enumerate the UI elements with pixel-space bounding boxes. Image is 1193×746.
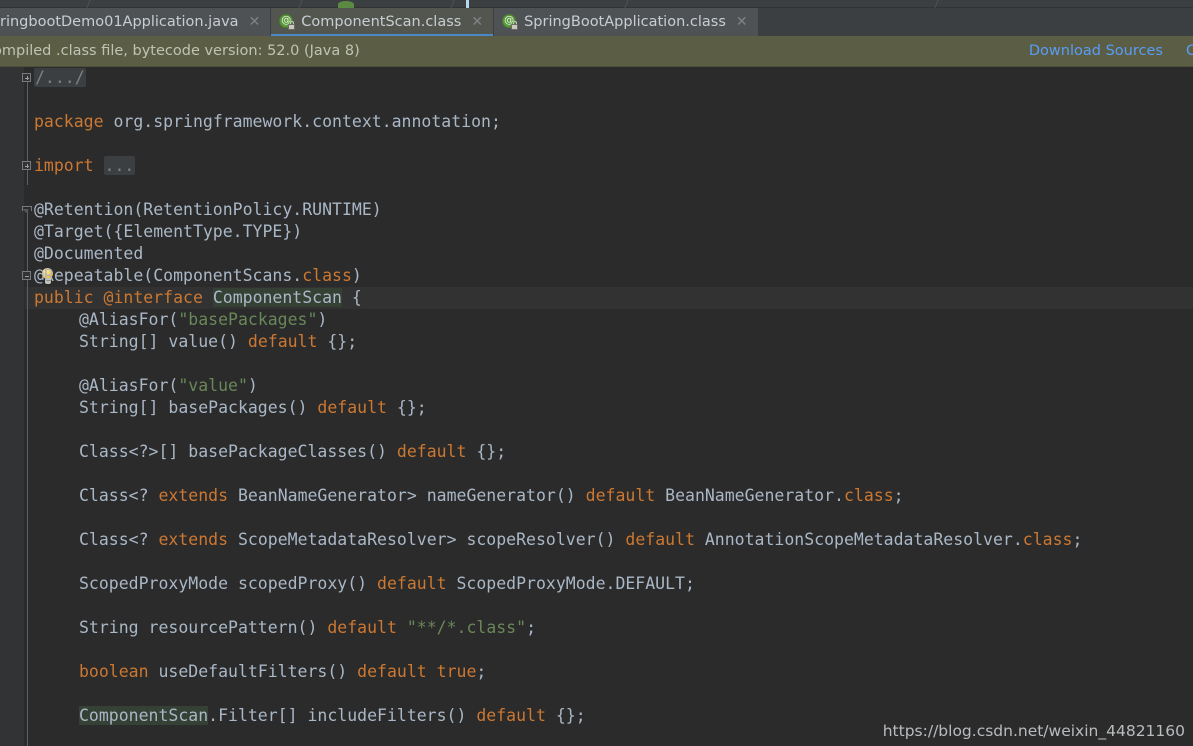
notification-actions: Download Sources Choo <box>1029 43 1193 59</box>
code-line-scoperesolver-method: Class<? extends ScopeMetadataResolver> s… <box>79 530 1083 549</box>
code-line-imports: import ... <box>34 156 136 175</box>
idea-editor-window: ringbootDemo01Application.java ✕ @ Compo… <box>0 0 1193 746</box>
tab-close-icon[interactable]: ✕ <box>735 15 749 29</box>
tab-springbootdemo01application-java[interactable]: ringbootDemo01Application.java ✕ <box>0 8 272 36</box>
code-line-documented: @Documented <box>34 244 144 263</box>
code-line-aliasfor-basepackages: @AliasFor("basePackages") <box>79 310 328 329</box>
tab-label: SpringBootApplication.class <box>524 13 726 30</box>
code-line-value-method: String[] value() default {}; <box>79 332 358 351</box>
strip-tick <box>934 0 939 8</box>
code-line-usedefaultfilters-method: boolean useDefaultFilters() default true… <box>79 662 487 681</box>
tab-close-icon[interactable]: ✕ <box>470 15 484 29</box>
tab-componentscan-class[interactable]: @ ComponentScan.class ✕ <box>271 8 495 36</box>
breadcrumb-strip <box>0 0 1193 8</box>
usage-highlight-componentscan: ComponentScan <box>212 288 342 307</box>
code-text-layer[interactable]: /.../ package org.springframework.contex… <box>0 67 1193 746</box>
code-line-basepackageclasses-method: Class<?>[] basePackageClasses() default … <box>79 442 507 461</box>
tab-label: ComponentScan.class <box>301 13 462 30</box>
code-line-basepackages-method: String[] basePackages() default {}; <box>79 398 427 417</box>
strip-tick <box>298 0 303 8</box>
strip-tick <box>86 0 91 8</box>
code-line-package: package org.springframework.context.anno… <box>34 112 501 131</box>
code-line-retention: @Retention(RetentionPolicy.RUNTIME) <box>34 200 382 219</box>
code-line-repeatable: @Repeatable(ComponentScans.class) <box>34 266 362 285</box>
strip-caret-marker <box>466 0 469 8</box>
annotation-class-locked-icon: @ <box>502 14 519 30</box>
code-line-resourcepattern-method: String resourcePattern() default "**/*.c… <box>79 618 536 637</box>
choose-sources-link[interactable]: Choo <box>1186 43 1193 59</box>
editor-tab-bar: ringbootDemo01Application.java ✕ @ Compo… <box>0 8 1193 36</box>
code-line-scopedproxy-method: ScopedProxyMode scopedProxy() default Sc… <box>79 574 695 593</box>
notification-message: ompiled .class file, bytecode version: 5… <box>0 43 360 59</box>
download-sources-link[interactable]: Download Sources <box>1029 43 1163 59</box>
strip-tick <box>450 0 455 8</box>
strip-annotation-icon <box>338 1 354 8</box>
code-line-fold-comment: /.../ <box>34 67 86 89</box>
code-line-includefilters-method: ComponentScan.Filter[] includeFilters() … <box>79 706 586 725</box>
annotation-class-locked-icon: @ <box>279 14 296 30</box>
code-editor[interactable]: /.../ package org.springframework.contex… <box>0 67 1193 746</box>
tab-springbootapplication-class[interactable]: @ SpringBootApplication.class ✕ <box>494 8 759 36</box>
code-line-target: @Target({ElementType.TYPE}) <box>34 222 303 241</box>
code-line-namegenerator-method: Class<? extends BeanNameGenerator> nameG… <box>79 486 904 505</box>
strip-tick <box>624 0 629 8</box>
code-line-aliasfor-value: @AliasFor("value") <box>79 376 258 395</box>
code-line-declaration: public @interface ComponentScan { <box>34 288 362 307</box>
tab-label: ringbootDemo01Application.java <box>0 13 239 30</box>
tab-close-icon[interactable]: ✕ <box>248 15 262 29</box>
collapsed-comment-placeholder[interactable]: /.../ <box>34 68 86 87</box>
usage-highlight-componentscan: ComponentScan <box>79 706 209 725</box>
decompiled-file-notification-bar: ompiled .class file, bytecode version: 5… <box>0 36 1193 67</box>
collapsed-imports-placeholder[interactable]: ... <box>103 156 136 175</box>
